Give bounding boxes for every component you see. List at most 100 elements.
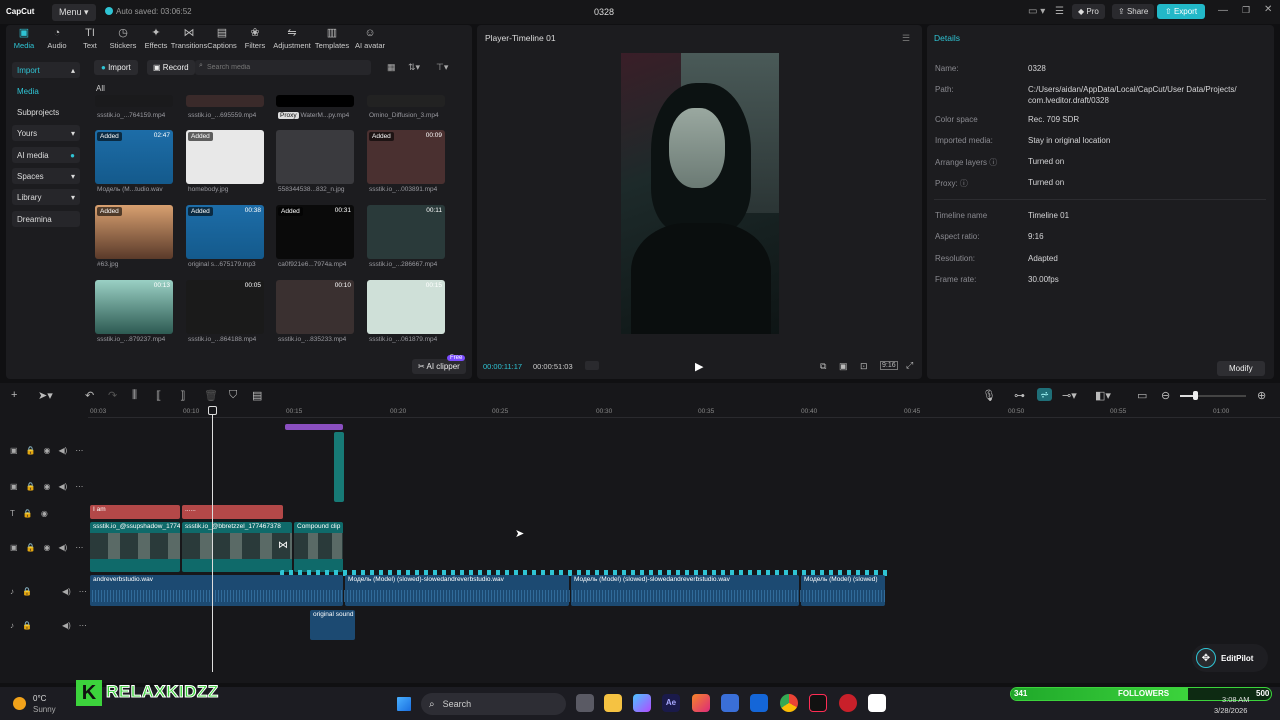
copilot-icon[interactable] bbox=[633, 694, 651, 712]
task-view-icon[interactable] bbox=[576, 694, 594, 712]
zoom-out-icon[interactable]: ⊖ bbox=[1161, 389, 1170, 402]
zoom-in-icon[interactable]: ⊕ bbox=[1257, 389, 1266, 402]
pro-button[interactable]: ◆ Pro bbox=[1072, 4, 1105, 19]
lock-icon[interactable]: 🔒 bbox=[22, 587, 32, 596]
player-menu-icon[interactable]: ☰ bbox=[902, 33, 910, 44]
caption-toggle-icon[interactable]: ▭ bbox=[1137, 389, 1147, 402]
speed-icon[interactable]: ▤ bbox=[252, 389, 262, 402]
media-thumb[interactable]: 00:15 bbox=[367, 280, 445, 334]
add-track-icon[interactable]: + bbox=[11, 389, 17, 401]
layout-icon[interactable]: ▭ ▾ bbox=[1028, 6, 1045, 17]
media-thumb[interactable] bbox=[276, 95, 354, 107]
lock-icon[interactable]: 🔒 bbox=[22, 621, 32, 630]
filter-icon[interactable]: ⊤▾ bbox=[436, 62, 448, 73]
lock-icon[interactable]: 🔒 bbox=[26, 482, 36, 491]
zoom-slider-handle[interactable] bbox=[1193, 391, 1198, 400]
modify-button[interactable]: Modify bbox=[1217, 361, 1265, 376]
tab-ai-avatar[interactable]: ☺ AI avatar bbox=[352, 27, 388, 50]
windows-start-icon[interactable] bbox=[397, 697, 411, 711]
maximize-icon[interactable]: ❐ bbox=[1242, 5, 1250, 16]
more-icon[interactable]: ⋯ bbox=[75, 482, 83, 491]
tiktok-icon[interactable] bbox=[809, 694, 827, 712]
sidebar-item-spaces[interactable]: Spaces ▾ bbox=[12, 168, 80, 184]
search-input[interactable] bbox=[195, 60, 371, 75]
video-clip[interactable]: ssstik.io_@bbretzzel_177467378 bbox=[182, 522, 292, 572]
media-thumb[interactable] bbox=[367, 95, 445, 107]
volume-icon[interactable]: ◀) bbox=[59, 482, 68, 491]
sidebar-item-ai-media[interactable]: AI media ● bbox=[12, 147, 80, 163]
tab-templates[interactable]: ▥ Templates bbox=[313, 27, 351, 50]
redo-icon[interactable]: ↷ bbox=[108, 389, 117, 402]
media-thumb[interactable]: 00:10 bbox=[276, 280, 354, 334]
tab-effects[interactable]: ✦ Effects bbox=[140, 27, 172, 50]
crop-icon[interactable]: ⧉ bbox=[820, 361, 826, 372]
delete-icon[interactable]: 🗑 bbox=[204, 389, 218, 402]
microphone-icon[interactable]: 🎙 bbox=[982, 389, 996, 402]
trim-right-icon[interactable]: ⟧ bbox=[180, 389, 185, 402]
media-thumb[interactable] bbox=[186, 95, 264, 107]
transition-icon[interactable]: ⋈ bbox=[278, 540, 288, 551]
instagram-icon[interactable] bbox=[692, 694, 710, 712]
media-thumb[interactable]: 00:05 bbox=[186, 280, 264, 334]
trim-left-icon[interactable]: ⟦ bbox=[156, 389, 161, 402]
share-button[interactable]: ⇪ Share bbox=[1112, 4, 1155, 19]
timecode-icon[interactable] bbox=[585, 361, 599, 370]
store-icon[interactable] bbox=[721, 694, 739, 712]
ratio-button[interactable]: 9:16 bbox=[880, 361, 898, 370]
media-thumb[interactable] bbox=[95, 95, 173, 107]
media-thumb[interactable]: Added 00:09 bbox=[367, 130, 445, 184]
chrome-icon[interactable] bbox=[780, 694, 798, 712]
sidebar-item-import[interactable]: Import ▴ bbox=[12, 62, 80, 78]
sidebar-item-media[interactable]: Media bbox=[12, 83, 80, 99]
after-effects-icon[interactable]: Ae bbox=[662, 694, 680, 712]
more-icon[interactable]: ⋯ bbox=[79, 621, 87, 630]
import-button[interactable]: ● Import bbox=[94, 60, 138, 75]
volume-icon[interactable]: ◀) bbox=[62, 621, 71, 630]
lock-icon[interactable]: 🔒 bbox=[26, 446, 36, 455]
ai-clipper-button[interactable]: ✂ AI clipper bbox=[412, 359, 466, 374]
media-thumb[interactable]: Added bbox=[186, 130, 264, 184]
tab-audio[interactable]: ◔ Audio bbox=[41, 27, 73, 50]
eye-icon[interactable]: ◉ bbox=[44, 543, 51, 552]
media-thumb[interactable]: 00:13 bbox=[95, 280, 173, 334]
tab-captions[interactable]: ▤ Captions bbox=[206, 27, 238, 50]
video-clip[interactable]: ssstik.io_@ssupshadow_177467 bbox=[90, 522, 180, 572]
tab-filters[interactable]: ❀ Filters bbox=[239, 27, 271, 50]
eye-icon[interactable]: ◉ bbox=[44, 482, 51, 491]
fullscreen-quality-icon[interactable]: ▣ bbox=[839, 361, 848, 372]
text-clip[interactable]: I am bbox=[90, 505, 180, 519]
tab-stickers[interactable]: ◷ Stickers bbox=[107, 27, 139, 50]
more-icon[interactable]: ⋯ bbox=[75, 446, 83, 455]
tab-adjustment[interactable]: ⇋ Adjustment bbox=[272, 27, 312, 50]
sidebar-item-dreamina[interactable]: Dreamina bbox=[12, 211, 80, 227]
effect-clip[interactable] bbox=[285, 424, 343, 430]
eye-icon[interactable]: ◉ bbox=[44, 446, 51, 455]
chain-icon[interactable]: ⊸▾ bbox=[1062, 389, 1077, 402]
split-icon[interactable]: ⫼ bbox=[132, 389, 137, 402]
media-thumb[interactable]: 00:11 bbox=[367, 205, 445, 259]
lock-icon[interactable]: 🔒 bbox=[23, 509, 33, 518]
playhead[interactable] bbox=[212, 407, 213, 672]
capcut-taskbar-icon[interactable] bbox=[868, 694, 886, 712]
more-icon[interactable]: ⋯ bbox=[79, 587, 87, 596]
menu-button[interactable]: Menu ▾ bbox=[52, 4, 96, 21]
media-thumb[interactable]: Added 00:38 bbox=[186, 205, 264, 259]
video-preview[interactable] bbox=[621, 53, 779, 334]
media-thumb[interactable]: Added 02:47 bbox=[95, 130, 173, 184]
playhead-handle[interactable] bbox=[208, 406, 217, 415]
zoom-icon[interactable]: ⊡ bbox=[860, 361, 868, 372]
select-tool-icon[interactable]: ➤▾ bbox=[38, 389, 53, 402]
more-icon[interactable]: ⋯ bbox=[75, 543, 83, 552]
taskbar-search[interactable]: ⌕ Search bbox=[421, 693, 566, 715]
play-icon[interactable]: ▶ bbox=[695, 360, 703, 373]
eye-icon[interactable]: ◉ bbox=[41, 509, 48, 518]
timeline-ruler[interactable] bbox=[88, 404, 1280, 418]
shield-icon[interactable]: ⛉ bbox=[229, 389, 237, 402]
lock-icon[interactable]: 🔒 bbox=[26, 543, 36, 552]
sidebar-item-yours[interactable]: Yours ▾ bbox=[12, 125, 80, 141]
editpilot-button[interactable]: ✥ EditPilot bbox=[1192, 644, 1268, 672]
overlay-clip[interactable] bbox=[334, 432, 344, 502]
media-thumb[interactable] bbox=[276, 130, 354, 184]
text-clip[interactable]: ...... bbox=[182, 505, 283, 519]
sidebar-item-subprojects[interactable]: Subprojects bbox=[12, 104, 80, 120]
